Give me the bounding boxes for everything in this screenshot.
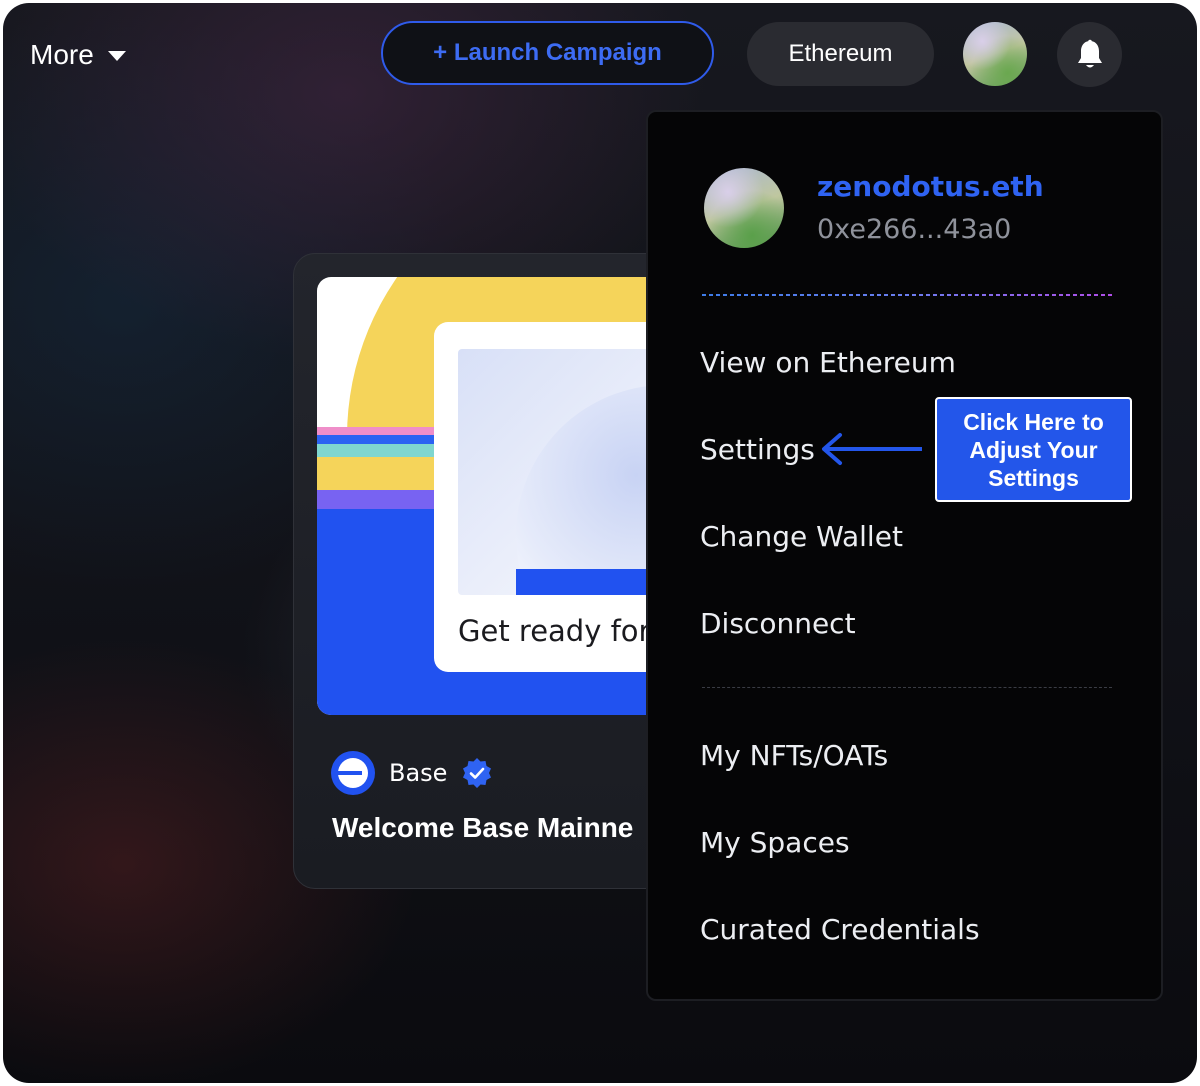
menu-item-settings[interactable]: Settings xyxy=(700,433,815,466)
chevron-down-icon xyxy=(107,51,126,61)
menu-item-disconnect[interactable]: Disconnect xyxy=(700,607,856,640)
wallet-address[interactable]: 0xe266...43a0 xyxy=(817,214,1011,245)
more-label: More xyxy=(30,39,94,70)
network-selector-button[interactable]: Ethereum xyxy=(747,22,934,86)
app-frame: More + Launch Campaign Ethereum Get read… xyxy=(3,3,1197,1083)
banner-caption: Get ready for xyxy=(458,614,651,648)
launch-campaign-button[interactable]: + Launch Campaign xyxy=(381,21,714,85)
verified-badge-icon xyxy=(463,758,492,788)
space-name: Base xyxy=(389,759,448,787)
menu-item-curated-credentials[interactable]: Curated Credentials xyxy=(700,913,980,946)
more-menu-button[interactable]: More xyxy=(30,36,126,74)
profile-avatar-button[interactable] xyxy=(963,22,1027,86)
ens-name[interactable]: zenodotus.eth xyxy=(817,170,1044,203)
menu-item-view-on-ethereum[interactable]: View on Ethereum xyxy=(700,346,956,379)
settings-callout: Click Here to Adjust Your Settings xyxy=(935,397,1132,502)
menu-item-my-nfts-oats[interactable]: My NFTs/OATs xyxy=(700,739,888,772)
base-logo-icon xyxy=(331,751,375,795)
account-avatar xyxy=(704,168,784,248)
menu-item-change-wallet[interactable]: Change Wallet xyxy=(700,520,903,553)
gradient-divider xyxy=(702,294,1112,296)
campaign-title[interactable]: Welcome Base Mainne xyxy=(332,812,633,844)
menu-item-my-spaces[interactable]: My Spaces xyxy=(700,826,850,859)
space-row[interactable]: Base xyxy=(331,751,493,795)
bell-icon xyxy=(1077,39,1102,67)
menu-divider xyxy=(702,687,1112,688)
arrow-left-icon xyxy=(822,433,922,465)
account-dropdown-menu: zenodotus.eth 0xe266...43a0 View on Ethe… xyxy=(646,110,1163,1001)
notifications-button[interactable] xyxy=(1057,22,1122,87)
